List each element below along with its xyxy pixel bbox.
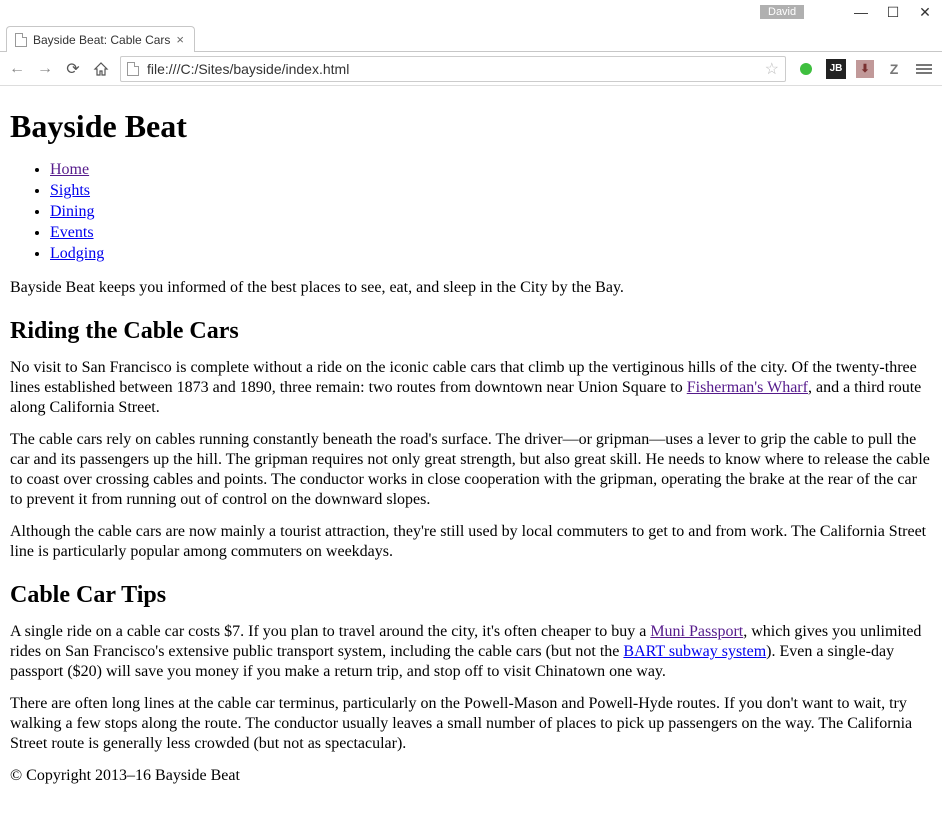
paragraph-riding-1: No visit to San Francisco is complete wi… (10, 358, 932, 418)
copyright: © Copyright 2013–16 Bayside Beat (10, 766, 932, 786)
extension-pdf-icon[interactable]: ⬇ (856, 60, 874, 78)
page-icon (15, 33, 27, 47)
back-button[interactable]: ← (8, 60, 26, 78)
intro-paragraph: Bayside Beat keeps you informed of the b… (10, 278, 932, 298)
paragraph-tips-1: A single ride on a cable car costs $7. I… (10, 622, 932, 682)
nav-link-lodging[interactable]: Lodging (50, 245, 104, 262)
extension-green-dot-icon[interactable] (796, 59, 816, 79)
address-bar[interactable]: ☆ (120, 56, 786, 82)
bookmark-star-icon[interactable]: ☆ (765, 59, 779, 79)
link-bart-subway[interactable]: BART subway system (623, 643, 766, 660)
close-window-button[interactable]: ✕ (918, 4, 932, 21)
home-button[interactable] (92, 61, 110, 77)
user-profile-badge[interactable]: David (760, 5, 804, 19)
nav-list: Home Sights Dining Events Lodging (10, 160, 932, 264)
link-fishermans-wharf[interactable]: Fisherman's Wharf (687, 379, 808, 396)
paragraph-riding-2: The cable cars rely on cables running co… (10, 430, 932, 510)
paragraph-riding-3: Although the cable cars are now mainly a… (10, 522, 932, 562)
nav-link-sights[interactable]: Sights (50, 182, 90, 199)
url-input[interactable] (145, 60, 759, 78)
minimize-button[interactable]: — (854, 4, 868, 20)
page-content: Bayside Beat Home Sights Dining Events L… (0, 86, 942, 814)
forward-button[interactable]: → (36, 60, 54, 78)
maximize-button[interactable]: ☐ (886, 4, 900, 21)
window-controls: David — ☐ ✕ (0, 0, 942, 24)
reload-button[interactable]: ⟳ (64, 59, 82, 79)
nav-link-home[interactable]: Home (50, 161, 89, 178)
heading-riding: Riding the Cable Cars (10, 316, 932, 346)
extension-jb-icon[interactable]: JB (826, 59, 846, 79)
paragraph-tips-2: There are often long lines at the cable … (10, 694, 932, 754)
file-icon (127, 62, 139, 76)
browser-tab[interactable]: Bayside Beat: Cable Cars × (6, 26, 195, 52)
tab-strip: Bayside Beat: Cable Cars × (0, 24, 942, 52)
tab-title: Bayside Beat: Cable Cars (33, 33, 170, 47)
text-segment: A single ride on a cable car costs $7. I… (10, 623, 650, 640)
page-title: Bayside Beat (10, 106, 932, 146)
browser-toolbar: ← → ⟳ ☆ JB ⬇ Z (0, 52, 942, 86)
heading-tips: Cable Car Tips (10, 580, 932, 610)
nav-link-events[interactable]: Events (50, 224, 94, 241)
link-muni-passport[interactable]: Muni Passport (650, 623, 743, 640)
nav-link-dining[interactable]: Dining (50, 203, 94, 220)
close-tab-icon[interactable]: × (176, 32, 184, 47)
extension-z-icon[interactable]: Z (884, 59, 904, 79)
chrome-menu-button[interactable] (914, 59, 934, 79)
